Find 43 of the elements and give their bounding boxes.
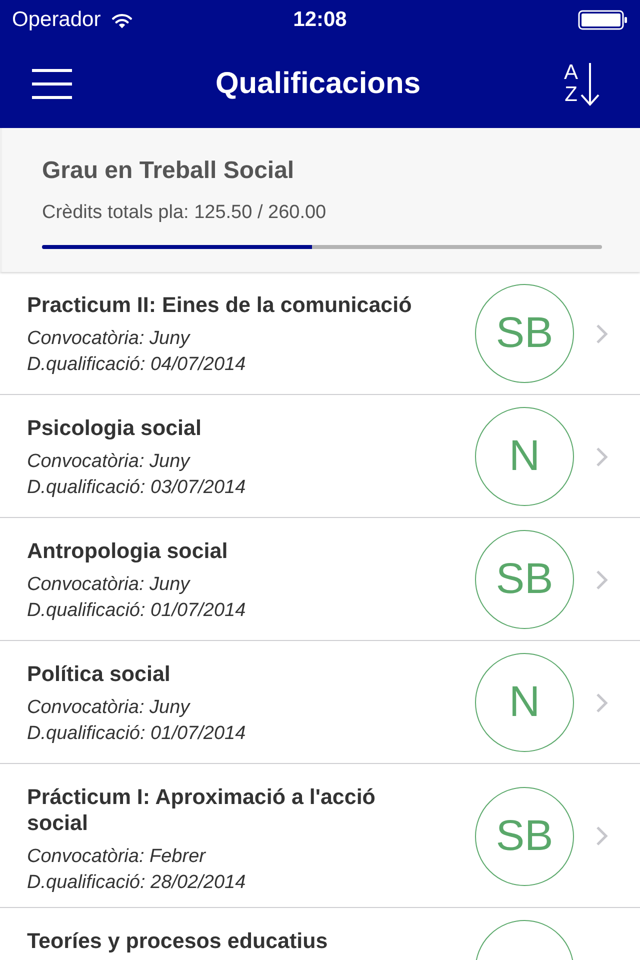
subject-row[interactable]: Teoríes y procesos educatius bbox=[0, 908, 640, 960]
grade-date: D.qualificació: 04/07/2014 bbox=[27, 353, 247, 377]
exam-session: Convocatòria: Febrer bbox=[27, 845, 207, 869]
chevron-right-icon bbox=[596, 446, 608, 466]
chevron-right-icon bbox=[596, 324, 608, 344]
screen-title: Qualificacions bbox=[215, 66, 421, 102]
subject-row[interactable]: Practicum II: Eines de la comunicació Convocatòria: Juny D.qualificació: 04/07/2014 SB bbox=[0, 272, 640, 395]
grade-date: D.qualificació: 28/02/2014 bbox=[27, 871, 247, 895]
sort-button[interactable]: A Z bbox=[564, 62, 600, 106]
carrier-name: Operador bbox=[12, 7, 101, 33]
credits-text: Crèdits totals pla: 125.50 / 260.00 bbox=[42, 201, 328, 225]
grade-badge: SB bbox=[475, 786, 574, 886]
exam-session: Convocatòria: Juny bbox=[27, 327, 192, 351]
status-time: 12:08 bbox=[293, 7, 347, 33]
subject-title: Teoríes y procesos educatius bbox=[27, 928, 329, 954]
subject-row[interactable]: Prácticum I: Aproximació a l'acció social Convocatòria: Febrer D.qualificació: 28/02/2014 SB bbox=[0, 764, 640, 908]
subject-title: Política social bbox=[27, 661, 172, 687]
grade-date: D.qualificació: 01/07/2014 bbox=[27, 599, 247, 623]
wifi-icon bbox=[110, 12, 133, 28]
grade-badge: N bbox=[475, 653, 574, 752]
chevron-right-icon bbox=[596, 692, 608, 712]
down-arrow-icon bbox=[580, 62, 600, 106]
subject-row[interactable]: Antropologia social Convocatòria: Juny D.qualificació: 01/07/2014 SB bbox=[0, 518, 640, 641]
subject-title: Antropologia social bbox=[27, 538, 229, 564]
menu-icon bbox=[32, 69, 72, 99]
chevron-right-icon bbox=[596, 570, 608, 590]
grade-badge: SB bbox=[475, 284, 574, 383]
subject-title: Prácticum I: Aproximació a l'acció social bbox=[27, 784, 376, 836]
grade-badge: N bbox=[475, 407, 574, 506]
exam-session: Convocatòria: Juny bbox=[27, 696, 192, 720]
chevron-right-icon bbox=[596, 826, 608, 846]
subject-row[interactable]: Política social Convocatòria: Juny D.qualificació: 01/07/2014 N bbox=[0, 641, 640, 764]
menu-button[interactable] bbox=[32, 69, 72, 99]
battery-icon bbox=[578, 10, 628, 30]
grade-date: D.qualificació: 03/07/2014 bbox=[27, 476, 247, 500]
subject-title: Practicum II: Eines de la comunicació bbox=[27, 292, 413, 318]
grade-badge: SB bbox=[475, 530, 574, 629]
plan-title: Grau en Treball Social bbox=[42, 156, 296, 186]
exam-session: Convocatòria: Juny bbox=[27, 573, 192, 597]
subject-title: Psicologia social bbox=[27, 415, 202, 441]
subject-row[interactable]: Psicologia social Convocatòria: Juny D.qualificació: 03/07/2014 N bbox=[0, 395, 640, 518]
grade-date: D.qualificació: 01/07/2014 bbox=[27, 722, 247, 746]
exam-session: Convocatòria: Juny bbox=[27, 450, 192, 474]
